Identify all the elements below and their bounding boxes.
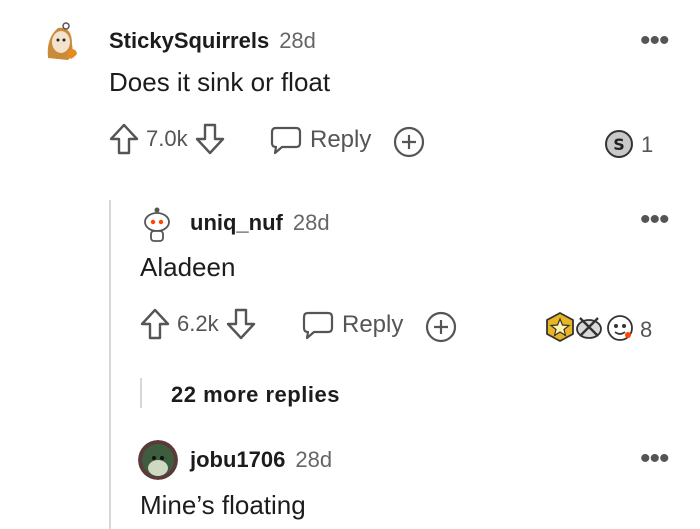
vote-score: 7.0k xyxy=(146,126,188,151)
more-options-button[interactable]: ••• xyxy=(640,205,669,235)
award-face-icon[interactable] xyxy=(604,311,636,343)
add-award-icon[interactable] xyxy=(392,125,426,159)
avatar[interactable] xyxy=(138,205,176,243)
more-options-button[interactable]: ••• xyxy=(640,26,669,56)
upvote-icon[interactable] xyxy=(139,307,171,341)
award-wrench-icon[interactable] xyxy=(574,312,604,342)
comment-age: 28d xyxy=(292,210,330,235)
add-award-icon[interactable] xyxy=(424,310,458,344)
avatar[interactable] xyxy=(38,18,82,62)
reply-label: Reply xyxy=(342,311,404,338)
more-replies-link[interactable]: 22 more replies xyxy=(171,382,340,408)
downvote-icon[interactable] xyxy=(225,307,257,341)
svg-text:S: S xyxy=(613,135,625,154)
award-silver-icon[interactable]: S xyxy=(603,127,635,159)
comment-bubble-icon xyxy=(302,311,334,340)
reply-button[interactable]: Reply xyxy=(302,310,403,340)
vote-score: 6.2k xyxy=(177,311,219,336)
upvote-icon[interactable] xyxy=(108,122,140,156)
thread-line-level-1[interactable] xyxy=(109,200,111,529)
award-count: 8 xyxy=(640,317,653,342)
comment-age: 28d xyxy=(295,447,333,472)
comment-bubble-icon xyxy=(270,126,302,155)
username[interactable]: StickySquirrels xyxy=(109,28,269,54)
reply-label: Reply xyxy=(310,126,372,153)
comment-body: Aladeen xyxy=(140,252,236,282)
comment-age: 28d xyxy=(279,28,316,53)
comment-body: Mine’s floating xyxy=(140,490,306,520)
downvote-icon[interactable] xyxy=(194,122,226,156)
reply-button[interactable]: Reply xyxy=(270,125,371,155)
award-count: 1 xyxy=(641,132,654,157)
award-star-icon[interactable] xyxy=(545,311,575,343)
username[interactable]: jobu1706 xyxy=(190,447,285,473)
avatar[interactable] xyxy=(138,440,178,480)
thread-line-more-replies xyxy=(140,378,142,408)
comment-body: Does it sink or float xyxy=(109,67,331,97)
more-options-button[interactable]: ••• xyxy=(640,444,669,474)
username[interactable]: uniq_nuf xyxy=(190,210,283,236)
